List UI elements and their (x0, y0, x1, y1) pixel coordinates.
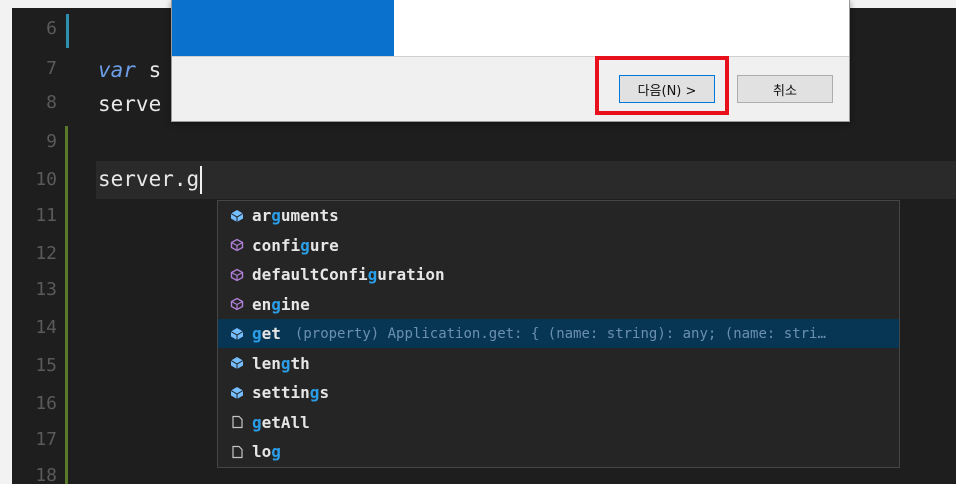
suggestion-label-part: g (309, 383, 320, 402)
line-number: 13 (35, 279, 57, 300)
suggestion-label: arguments (252, 206, 339, 225)
suggestion-label-part: en (252, 294, 272, 314)
suggestion-label-part: confi (252, 235, 301, 255)
line-number: 11 (35, 205, 57, 226)
property-icon (226, 327, 248, 341)
suggestion-label-part: uments (280, 206, 339, 225)
suggestion-label: settings (252, 383, 329, 402)
suggestion-item[interactable]: configure (218, 231, 899, 260)
code-line-8[interactable]: serve (98, 92, 161, 116)
method-icon (226, 297, 248, 311)
code-text: s (135, 58, 162, 82)
line-number: 12 (35, 243, 57, 264)
suggestion-item[interactable]: defaultConfiguration (218, 260, 899, 289)
suggestion-label-part: s (319, 383, 330, 402)
suggestion-item[interactable]: getAll (218, 408, 899, 437)
line-number: 6 (46, 18, 57, 39)
suggestion-label-part: settin (252, 383, 310, 402)
suggestion-label: configure (252, 236, 339, 255)
suggestion-label: getAll (252, 413, 310, 432)
line-number: 18 (35, 465, 57, 484)
suggestion-label: engine (252, 295, 310, 314)
line-number: 9 (46, 131, 57, 152)
installer-dialog: 다음(N) > 취소 (171, 0, 850, 122)
suggestion-label-part: g (271, 294, 281, 314)
suggestion-item[interactable]: arguments (218, 201, 899, 230)
git-change-marker (65, 126, 68, 484)
suggestion-label-part: uration (377, 265, 445, 284)
suggestion-label-part: g (271, 206, 281, 225)
text-caret (200, 166, 203, 194)
suggestion-detail: (property) Application.get: { (name: str… (294, 325, 826, 342)
property-icon (226, 356, 248, 370)
line-number: 14 (35, 317, 57, 338)
line-number: 17 (35, 429, 57, 450)
red-highlight-box (595, 56, 729, 115)
suggestion-label-part: ure (309, 235, 339, 255)
suggestion-widget[interactable]: arguments configure defaultConfiguration en… (217, 200, 900, 468)
suggestion-label-part: th (290, 353, 310, 373)
code-line-7[interactable]: var s (98, 58, 161, 82)
method-icon (226, 238, 248, 252)
line-number: 8 (46, 92, 57, 113)
suggestion-label-part: lo (252, 442, 272, 461)
code-text: server.g (98, 167, 200, 191)
suggestion-label-part: g (252, 324, 262, 343)
code-line-10[interactable]: server.g (98, 166, 203, 194)
dialog-banner (172, 0, 394, 56)
suggestion-label: get (252, 324, 281, 343)
line-number: 15 (35, 355, 57, 376)
suggestion-item[interactable]: get (property) Application.get: { (name: … (218, 319, 899, 348)
line-number: 10 (35, 169, 57, 190)
suggestion-label-part: ine (280, 294, 310, 314)
file-icon (226, 415, 248, 429)
property-icon (226, 386, 248, 400)
suggestion-label-part: ar (252, 206, 272, 225)
property-icon (226, 209, 248, 223)
suggestion-item[interactable]: settings (218, 378, 899, 407)
suggestion-item[interactable]: length (218, 349, 899, 378)
suggestion-item[interactable]: engine (218, 290, 899, 319)
suggestion-label-part: etAll (261, 412, 310, 432)
suggestion-label-part: g (300, 235, 310, 255)
keyword-var: var (98, 58, 136, 82)
suggestion-label-part: et (261, 324, 281, 343)
suggestion-item[interactable]: log (218, 437, 899, 466)
file-icon (226, 445, 248, 459)
suggestion-label: length (252, 354, 310, 373)
dialog-content-area (172, 0, 849, 57)
suggestion-label-part: g (280, 353, 291, 373)
current-line-highlight (96, 161, 956, 199)
suggestion-label: log (252, 442, 281, 461)
suggestion-label-part: len (252, 353, 281, 373)
suggestion-label-part: defaultConfi (252, 265, 368, 284)
suggestion-label: defaultConfiguration (252, 265, 445, 284)
method-icon (226, 268, 248, 282)
line-number: 16 (35, 393, 57, 414)
active-line-marker (66, 14, 69, 48)
suggestion-label-part: g (252, 412, 262, 432)
suggestion-label-part: g (271, 442, 281, 461)
cancel-button[interactable]: 취소 (737, 75, 833, 103)
line-number: 7 (46, 58, 57, 79)
suggestion-label-part: g (367, 265, 378, 284)
